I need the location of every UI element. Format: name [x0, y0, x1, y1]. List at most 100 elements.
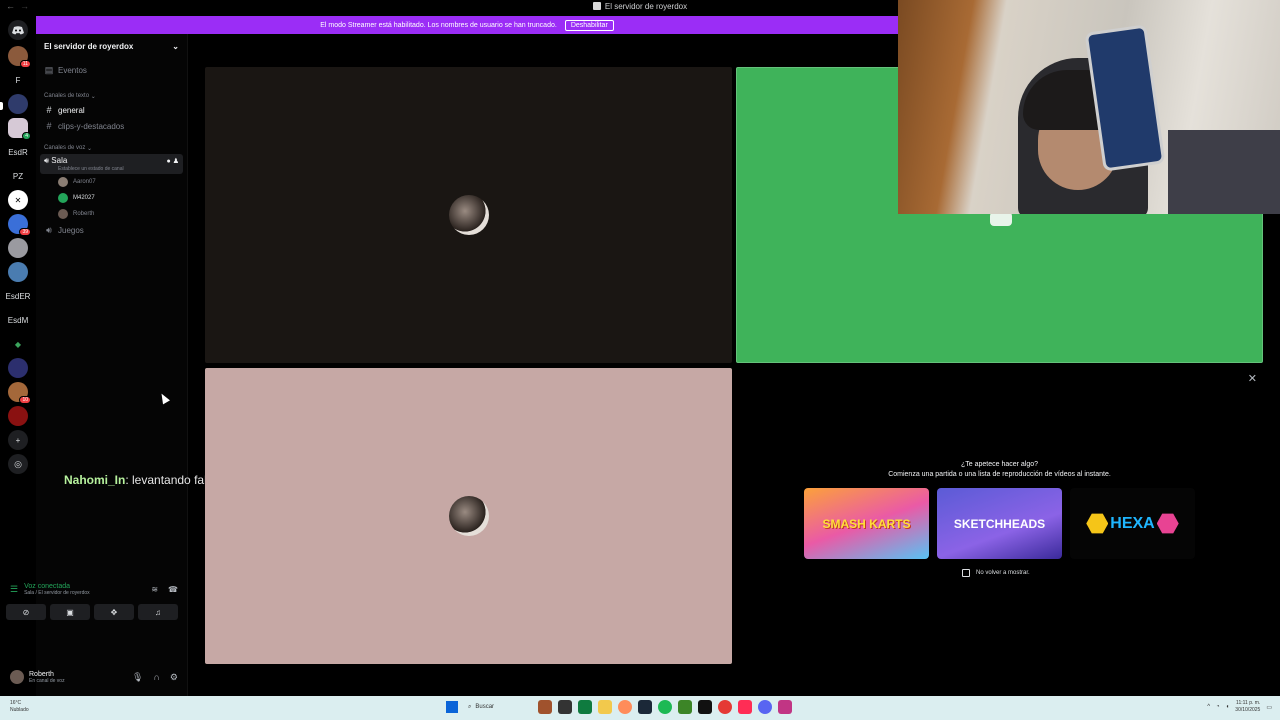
server-8[interactable]: 39: [8, 214, 31, 236]
mention-badge: 11: [19, 60, 31, 68]
voice-connected-row: ☰ Voz conectada Sala / El servidor de ro…: [6, 578, 182, 600]
discord-logo-icon: [990, 212, 1012, 226]
browser-icon[interactable]: [618, 700, 632, 714]
voice-user[interactable]: M42027: [36, 190, 187, 206]
wifi-icon[interactable]: ◔: [1216, 704, 1220, 710]
share-screen-button[interactable]: ▣: [50, 604, 90, 620]
user-panel: Roberth En canal de voz 🎙︎ ∩ ⚙: [6, 664, 182, 690]
user-info[interactable]: Roberth En canal de voz: [10, 670, 65, 684]
voice-connected-title[interactable]: Voz conectada: [24, 583, 90, 590]
server-3[interactable]: [8, 94, 28, 114]
chevron-down-icon: ⌄: [172, 41, 179, 51]
disable-streamer-button[interactable]: Deshabilitar: [564, 19, 614, 31]
notification-icon[interactable]: ▭: [1266, 704, 1272, 711]
microphone-icon[interactable]: 🎙︎: [132, 672, 143, 683]
activities-button[interactable]: ✥: [94, 604, 134, 620]
server-4[interactable]: 4: [8, 118, 31, 140]
minecraft-icon[interactable]: [678, 700, 692, 714]
folder-icon[interactable]: [598, 700, 612, 714]
noise-suppression-icon[interactable]: ≋: [151, 585, 158, 594]
weather-widget[interactable]: 16°C Nublado: [10, 700, 29, 714]
taskbar: 16°C Nublado ⌕ Buscar ^ ◔ ◖ 11:11 p. m. 3…: [0, 696, 1280, 720]
app-icon[interactable]: [778, 700, 792, 714]
chevron-up-icon[interactable]: ^: [1207, 704, 1210, 710]
server-f[interactable]: F: [8, 70, 28, 90]
video-tile-user-3[interactable]: [205, 368, 732, 664]
app-icon[interactable]: [718, 700, 732, 714]
voice-user[interactable]: Aaron07: [36, 174, 187, 190]
server-15[interactable]: 10: [8, 382, 31, 404]
server-pz[interactable]: PZ: [8, 166, 28, 186]
voice-action-buttons: ⊘ ▣ ✥ ♫: [6, 604, 182, 620]
windows-start-icon[interactable]: [446, 701, 458, 713]
game-card-sketchheads[interactable]: SKETCHHEADS: [937, 488, 1062, 559]
server-1[interactable]: 11: [8, 46, 31, 68]
discord-home-icon[interactable]: [8, 20, 28, 40]
voice-user[interactable]: Roberth: [36, 206, 187, 222]
voice-channel-sala[interactable]: 🔊︎ Sala ● ♟ Establece un estado de canal: [40, 154, 183, 174]
video-tile-user-1[interactable]: [205, 67, 732, 363]
disconnect-icon[interactable]: ☎: [168, 585, 178, 594]
clock[interactable]: 11:11 p. m. 30/10/2025: [1235, 700, 1260, 714]
app-icon[interactable]: [538, 700, 552, 714]
soundboard-button[interactable]: ♫: [138, 604, 178, 620]
channel-clips[interactable]: # clips-y-destacados: [36, 118, 187, 134]
channel-general[interactable]: # general: [36, 102, 187, 118]
avatar: [448, 496, 489, 536]
server-16[interactable]: [8, 406, 28, 426]
chat-icon[interactable]: ● ♟: [167, 157, 179, 165]
discord-icon[interactable]: [758, 700, 772, 714]
server-14[interactable]: [8, 358, 28, 378]
search-icon: ⌕: [468, 703, 472, 710]
steam-icon[interactable]: [638, 700, 652, 714]
server-13[interactable]: ◆: [8, 334, 28, 354]
voice-category[interactable]: Canales de voz ⌄: [36, 142, 187, 154]
taskbar-search[interactable]: ⌕ Buscar: [464, 699, 532, 715]
checkbox[interactable]: [962, 569, 970, 577]
text-category[interactable]: Canales de texto ⌄: [36, 90, 187, 102]
gear-icon[interactable]: ⚙: [170, 672, 178, 683]
server-9[interactable]: [8, 238, 28, 258]
spotify-icon[interactable]: [658, 700, 672, 714]
server-7[interactable]: ✕: [8, 190, 28, 210]
discover-icon[interactable]: ◎: [8, 454, 28, 474]
events-item[interactable]: ▤ Eventos: [36, 62, 187, 78]
voice-status[interactable]: Establece un estado de canal: [58, 166, 179, 172]
banner-text: El modo Streamer está habilitado. Los no…: [320, 21, 557, 29]
system-tray: ^ ◔ ◖ 11:11 p. m. 30/10/2025 ▭: [1207, 700, 1272, 714]
hashtag-icon: #: [46, 121, 52, 131]
speaker-icon[interactable]: ◖: [1226, 704, 1230, 710]
webcam-overlay: [898, 0, 1280, 214]
server-header[interactable]: El servidor de royerdox ⌄: [36, 34, 187, 58]
voice-connected-sub[interactable]: Sala / El servidor de royerdox: [24, 590, 90, 596]
add-server-icon[interactable]: +: [8, 430, 28, 450]
signal-icon[interactable]: ☰: [10, 584, 18, 595]
avatar: [10, 670, 24, 684]
app-icon[interactable]: [698, 700, 712, 714]
server-esdm[interactable]: EsdM: [8, 310, 28, 330]
close-icon[interactable]: ✕: [1248, 372, 1257, 385]
server-10[interactable]: [8, 262, 28, 282]
game-card-smash-karts[interactable]: SMASH KARTS: [804, 488, 929, 559]
hexagon-icon: [1156, 513, 1179, 534]
camera-off-button[interactable]: ⊘: [6, 604, 46, 620]
speaker-icon: 🔊︎: [46, 224, 52, 235]
avatar: [448, 195, 489, 235]
mention-badge: 39: [19, 228, 31, 236]
activity-suggestion-panel: ✕ ¿Te apetece hacer algo? Comienza una p…: [736, 368, 1263, 664]
streamer-mode-banner: El modo Streamer está habilitado. Los no…: [36, 16, 898, 34]
server-esdr[interactable]: EsdR: [8, 142, 28, 162]
app-icon[interactable]: [558, 700, 572, 714]
hashtag-icon: #: [46, 105, 52, 115]
webcam-background: [1168, 130, 1280, 214]
app-icon[interactable]: [738, 700, 752, 714]
dont-show-again[interactable]: No volver a mostrar.: [962, 569, 1030, 577]
taskbar-apps: ⌕ Buscar: [446, 699, 792, 715]
server-esder[interactable]: EsdER: [6, 286, 31, 306]
app-icon[interactable]: [578, 700, 592, 714]
game-card-hexa[interactable]: HEXA: [1070, 488, 1195, 559]
voice-channel-juegos[interactable]: 🔊︎ Juegos: [36, 222, 187, 238]
headphones-icon[interactable]: ∩: [153, 672, 159, 683]
unread-pill: [0, 102, 3, 110]
